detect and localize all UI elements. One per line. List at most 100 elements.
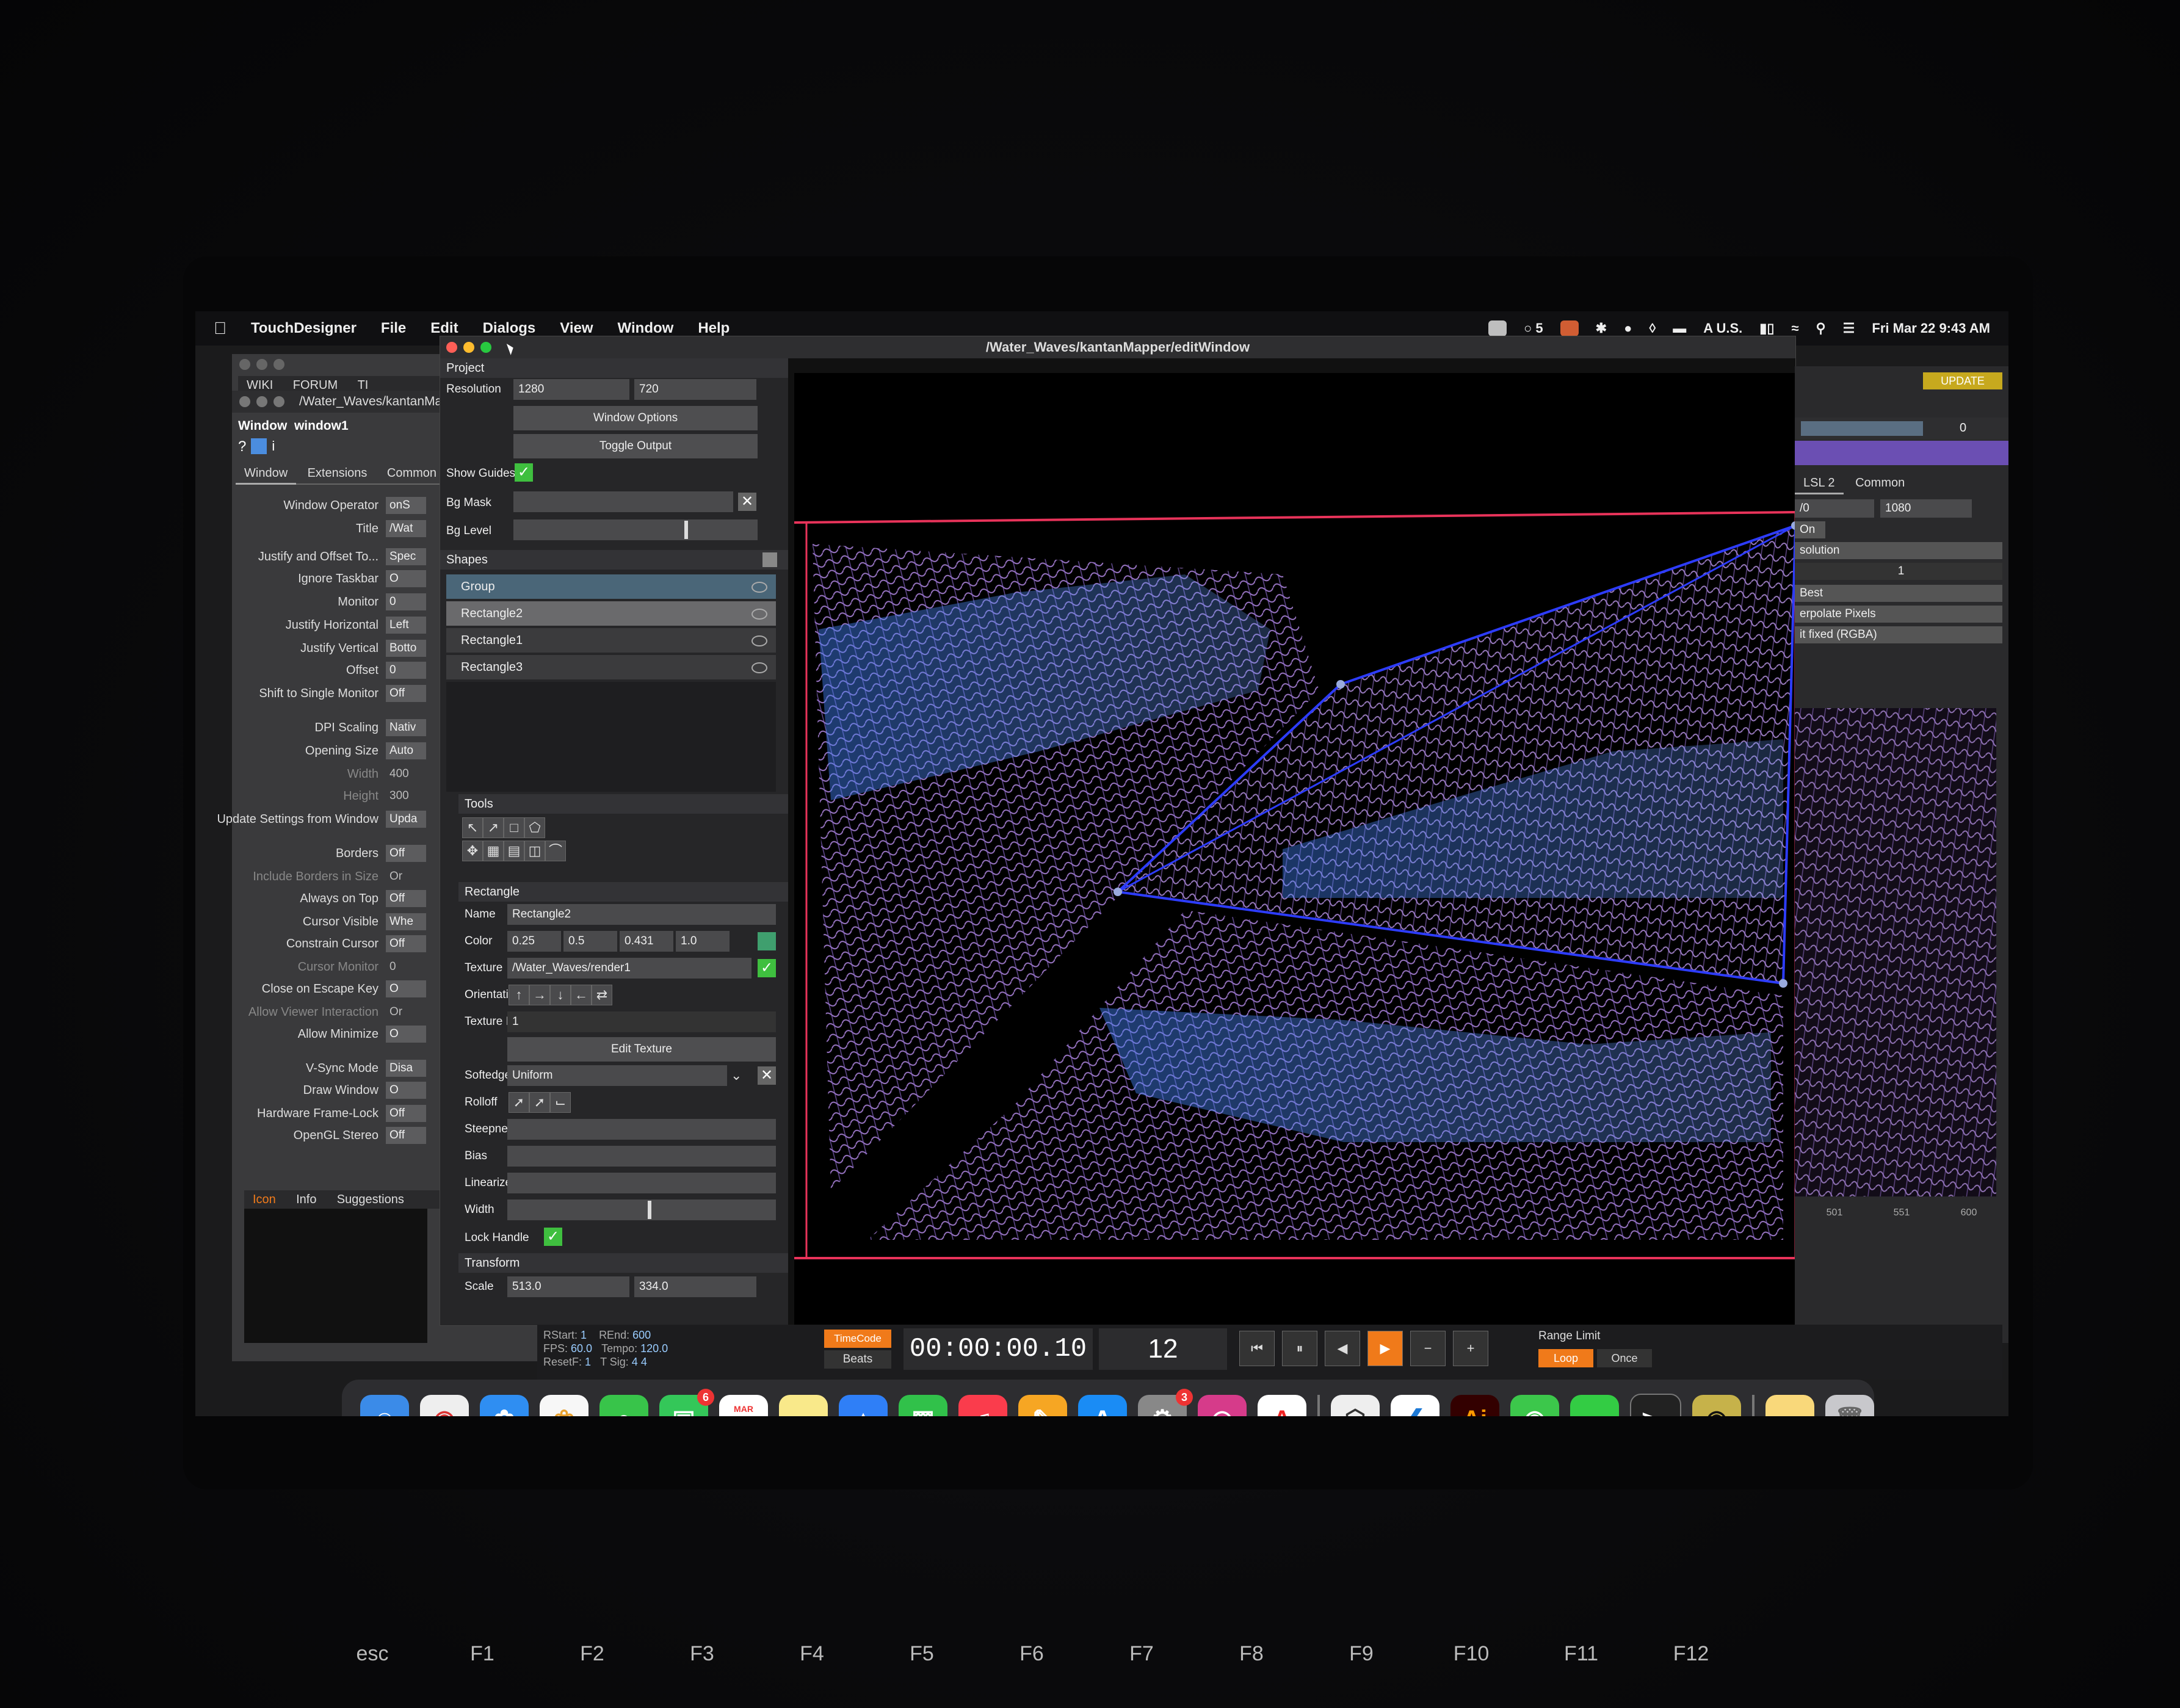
orient-down-icon[interactable]: ↓ [550,985,571,1005]
close-dot[interactable] [239,359,250,370]
param-value[interactable]: 0 [386,662,426,679]
window-options-button[interactable]: Window Options [513,406,758,430]
status-app-icon[interactable] [1488,320,1507,336]
res-w-field[interactable]: /0 [1795,499,1874,518]
rolloff-step-icon[interactable]: ⌙ [550,1092,571,1113]
safari-icon[interactable]: ✿ [480,1395,529,1416]
rstart-value[interactable]: 1 [581,1329,587,1341]
edit-texture-button[interactable]: Edit Texture [507,1037,776,1062]
car-icon[interactable]: ▬ [1673,320,1686,336]
fps-value[interactable]: 60.0 [571,1342,592,1355]
param-value[interactable]: Botto [386,640,426,657]
tab-extensions[interactable]: Extensions [299,464,376,483]
minimize-button[interactable] [463,342,474,353]
projection-canvas[interactable] [794,373,1800,1325]
param-value[interactable]: 0 [386,958,426,975]
terminal-icon[interactable]: >_ [1630,1394,1681,1416]
menu-file[interactable]: File [381,320,406,337]
color-swatch[interactable] [758,932,776,950]
system-settings-icon[interactable]: ⚙3 [1138,1389,1193,1416]
param-value[interactable]: Off [386,1105,426,1122]
vertex-select-tool-icon[interactable]: ↗ [483,817,504,838]
trash-icon[interactable]: 🗑 [1825,1395,1874,1416]
steepness-slider[interactable] [507,1119,776,1140]
param-value[interactable]: Auto [386,742,426,759]
param-value[interactable]: O [386,980,426,997]
tsig-a[interactable]: 4 [632,1356,638,1368]
pages-icon[interactable]: ✎ [1018,1395,1067,1416]
keynote-icon[interactable]: ▲ [839,1395,888,1416]
loop-toggle[interactable]: Loop [1538,1349,1593,1367]
menu-dialogs[interactable]: Dialogs [483,320,536,337]
width-slider[interactable] [507,1200,776,1220]
help-icon[interactable]: ? [238,438,246,455]
polygon-tool-icon[interactable]: ⬠ [524,817,545,838]
step-back-icon[interactable]: − [1410,1331,1446,1366]
clear-bg-mask-icon[interactable]: ✕ [738,493,756,511]
pixel-format-dropdown[interactable]: it fixed (RGBA) [1795,626,2002,643]
menu-edit[interactable]: Edit [430,320,458,337]
param-value[interactable]: Disa [386,1060,426,1077]
play-icon[interactable]: ▶ [1367,1331,1403,1366]
corner-handle-br[interactable] [1779,979,1787,988]
chevron-down-icon[interactable]: ⌄ [731,1068,742,1084]
param-value[interactable]: 300 [386,787,426,805]
once-toggle[interactable]: Once [1597,1349,1652,1367]
param-value[interactable]: Or [386,868,426,885]
corner-handle-tl[interactable] [1336,680,1345,689]
param-value[interactable]: Off [386,1127,426,1144]
linearize-slider[interactable] [507,1173,776,1193]
orient-flip-icon[interactable]: ⇄ [592,985,612,1005]
rewind-to-start-icon[interactable]: ⏮ [1239,1331,1275,1366]
split-vertical-tool-icon[interactable]: ◫ [524,841,545,861]
interpolate-dropdown[interactable]: erpolate Pixels [1795,606,2002,623]
curve-tool-icon[interactable]: ⌒ [545,841,566,861]
acrobat-icon[interactable]: A [1258,1395,1306,1416]
mapping-viewer[interactable] [794,373,1800,1325]
param-value[interactable]: Whe [386,913,426,930]
tsig-b[interactable]: 4 [641,1356,647,1368]
param-value[interactable]: O [386,570,426,587]
tab-icon[interactable]: Icon [244,1190,284,1209]
timecode-toggle[interactable]: TimeCode [824,1330,891,1348]
resetf-value[interactable]: 1 [585,1356,591,1368]
color-r-field[interactable]: 0.25 [507,931,561,952]
zoom-dot[interactable] [273,396,284,407]
minimize-dot[interactable] [256,359,267,370]
wechat-icon[interactable]: ◉ [1510,1395,1559,1416]
step-forward-icon[interactable]: + [1453,1331,1488,1366]
param-value[interactable]: 400 [386,765,426,783]
minimize-dot[interactable] [256,396,267,407]
shape-item-rectangle3[interactable]: Rectangle3 [446,655,776,679]
tab-glsl[interactable]: LSL 2 [1795,474,1844,494]
timecode-display[interactable]: 00:00:00.10 [904,1328,1093,1370]
chrome-icon[interactable]: ◉ [420,1395,469,1416]
menu-clock[interactable]: Fri Mar 22 9:43 AM [1872,320,1990,336]
touchdesigner-icon[interactable]: ◉ [1692,1395,1741,1416]
update-button[interactable]: UPDATE [1923,372,2002,389]
param-value[interactable]: /Wat [386,520,426,537]
line-icon[interactable]: ▬ [1570,1395,1619,1416]
close-button[interactable] [446,342,457,353]
width-slider-handle[interactable] [648,1201,651,1219]
close-dot[interactable] [239,396,250,407]
play-reverse-icon[interactable]: ◀ [1325,1331,1360,1366]
param-value[interactable]: Or [386,1004,426,1021]
rolloff-linear-icon[interactable]: ➚ [509,1092,529,1113]
param-value[interactable]: Spec [386,548,426,565]
color-g-field[interactable]: 0.5 [563,931,617,952]
visibility-eye-icon[interactable] [751,609,767,620]
menu-help[interactable]: Help [698,320,730,337]
facetime-icon[interactable]: ▣6 [659,1389,714,1416]
calendar-icon[interactable]: MAR22 [719,1395,768,1416]
lock-handle-checkbox[interactable]: ✓ [544,1228,562,1246]
tempo-value[interactable]: 120.0 [640,1342,668,1355]
softedge-dropdown[interactable]: Uniform [507,1065,727,1086]
tab-common[interactable]: Common [378,464,445,483]
select-tool-icon[interactable]: ↖ [462,817,483,838]
notes-icon[interactable] [779,1395,828,1416]
pause-icon[interactable]: ⏸ [1282,1331,1317,1366]
illustrator-icon[interactable]: Ai [1450,1395,1499,1416]
res-h-field[interactable]: 1080 [1880,499,1972,518]
shape-item-rectangle1[interactable]: Rectangle1 [446,628,776,653]
